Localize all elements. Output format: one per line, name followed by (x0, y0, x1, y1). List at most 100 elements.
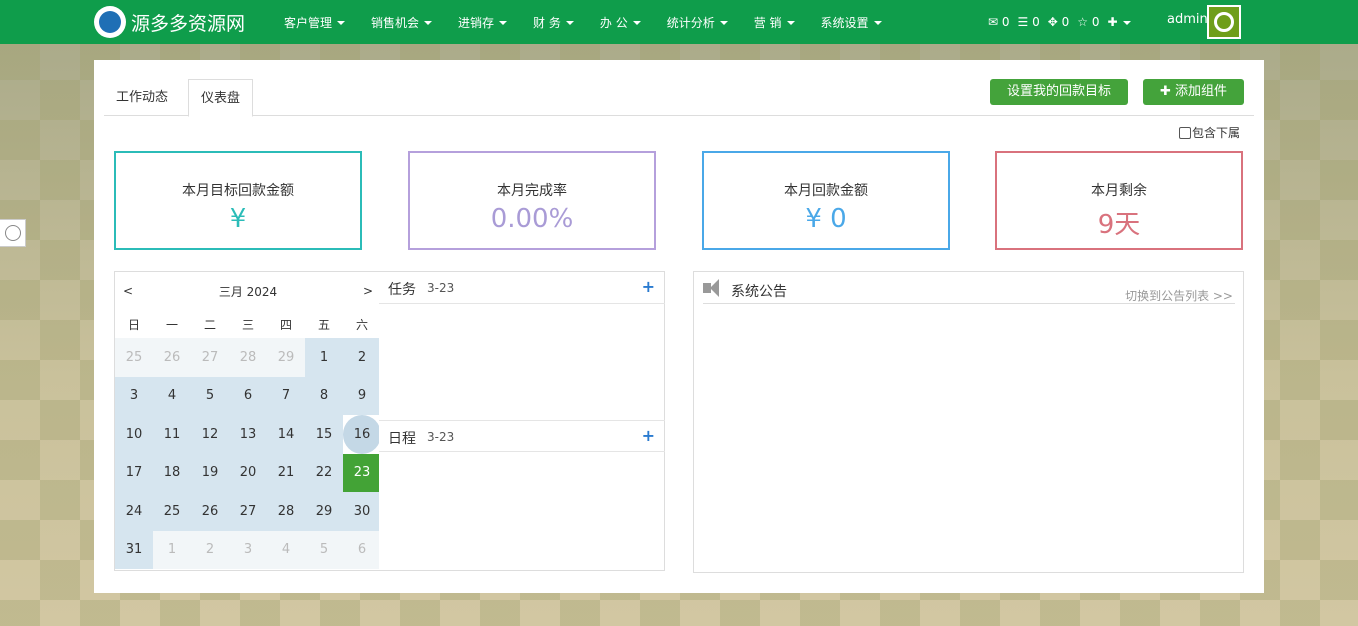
nav-customer[interactable]: 客户管理 (284, 14, 346, 31)
caret-down-icon (424, 21, 433, 25)
calendar-day[interactable]: 2 (191, 530, 229, 569)
notice-header: 系统公告 切换到公告列表 >> (703, 272, 1235, 304)
mail-button[interactable]: ✉ 0 (988, 15, 1010, 29)
calendar-day[interactable]: 10 (115, 415, 153, 454)
calendar-day[interactable]: 28 (229, 338, 267, 377)
calendar-day[interactable]: 4 (267, 530, 305, 569)
calendar-day[interactable]: 6 (343, 530, 381, 569)
calendar-day[interactable]: 25 (153, 492, 191, 531)
weekday-label: 三 (241, 318, 254, 332)
switch-to-notice-list-link[interactable]: 切换到公告列表 >> (1125, 287, 1233, 304)
move-icon: ✥ (1047, 15, 1058, 29)
star-button[interactable]: ☆ 0 (1077, 15, 1099, 29)
calendar-day[interactable]: 22 (305, 453, 343, 492)
add-button[interactable]: ✚ (1108, 15, 1131, 29)
stat-completion-rate: 本月完成率 0.00% (408, 151, 656, 250)
calendar-day[interactable]: 28 (267, 492, 305, 531)
brand-name: 源多多资源网 (131, 12, 246, 35)
calendar-day[interactable]: 9 (343, 376, 381, 415)
caret-down-icon (632, 21, 641, 25)
nav-statistics[interactable]: 统计分析 (667, 14, 728, 31)
calendar-day[interactable]: 18 (153, 453, 191, 492)
calendar-day[interactable]: 6 (229, 376, 267, 415)
calendar-day[interactable]: 24 (115, 492, 153, 531)
calendar-day[interactable]: 16 (343, 415, 381, 454)
calendar-day[interactable]: 3 (229, 530, 267, 569)
side-clock-button[interactable] (0, 219, 26, 247)
calendar-day[interactable]: 26 (191, 492, 229, 531)
calendar-day[interactable]: 26 (153, 338, 191, 377)
caret-down-icon (873, 21, 882, 25)
nav-sales[interactable]: 销售机会 (371, 14, 433, 31)
caret-down-icon (786, 21, 795, 25)
include-subordinates-checkbox[interactable]: 包含下属 (1179, 124, 1240, 141)
brand-logo[interactable]: 源多多资源网 (94, 6, 245, 38)
list-button[interactable]: ☰ 0 (1018, 15, 1040, 29)
calendar-title: 三月 2024 (218, 285, 278, 299)
plus-icon: ✚ (1159, 84, 1175, 99)
avatar[interactable] (1207, 5, 1241, 39)
caret-down-icon (337, 21, 346, 25)
calendar-header: < 三月 2024 > (115, 272, 381, 308)
user-name[interactable]: admin (1167, 12, 1208, 27)
weekday-label: 一 (165, 318, 178, 332)
calendar-day[interactable]: 20 (229, 453, 267, 492)
calendar-day[interactable]: 27 (191, 338, 229, 377)
tab-activity[interactable]: 工作动态 (104, 79, 180, 116)
nav-office[interactable]: 办 公 (600, 14, 641, 31)
calendar-days: 25 26 27 28 29 1 2 3 4 5 6 7 8 9 10 11 12 13 14 15 16 17 18 19 2… (115, 338, 381, 569)
nav-finance[interactable]: 财 务 (533, 14, 574, 31)
calendar-day[interactable]: 5 (305, 530, 343, 569)
add-widget-button[interactable]: ✚ 添加组件 (1143, 79, 1244, 105)
calendar-day[interactable]: 23 (343, 453, 381, 492)
calendar-day[interactable]: 13 (229, 415, 267, 454)
checkbox-icon[interactable] (1179, 126, 1191, 139)
calendar-day[interactable]: 19 (191, 453, 229, 492)
calendar-day[interactable]: 29 (305, 492, 343, 531)
calendar-day[interactable]: 31 (115, 530, 153, 569)
calendar-day[interactable]: 5 (191, 376, 229, 415)
weekday-label: 日 (127, 318, 140, 332)
weekday-label: 五 (317, 318, 330, 332)
weekday-label: 四 (279, 318, 292, 332)
calendar-day[interactable]: 15 (305, 415, 343, 454)
plus-icon: ✚ (1107, 15, 1118, 29)
stat-remaining-days: 本月剩余 9天 (995, 151, 1243, 250)
calendar-day[interactable]: 4 (153, 376, 191, 415)
calendar-day[interactable]: 17 (115, 453, 153, 492)
calendar-day[interactable]: 12 (191, 415, 229, 454)
caret-down-icon (565, 21, 574, 25)
caret-down-icon (1122, 20, 1131, 25)
nav-settings[interactable]: 系统设置 (821, 14, 882, 31)
calendar-day[interactable]: 7 (267, 376, 305, 415)
calendar-day[interactable]: 1 (305, 338, 343, 377)
add-task-button[interactable]: + (642, 277, 655, 296)
clock-icon (4, 225, 21, 241)
set-target-button[interactable]: 设置我的回款目标 (990, 79, 1128, 105)
calendar-day[interactable]: 30 (343, 492, 381, 531)
next-month-button[interactable]: > (363, 284, 373, 298)
header-tools: ✉ 0 ☰ 0 ✥ 0 ☆ 0 ✚ (988, 0, 1139, 44)
calendar-day[interactable]: 29 (267, 338, 305, 377)
top-navbar: 源多多资源网 客户管理 销售机会 进销存 财 务 办 公 统计分析 营 销 系统… (0, 0, 1358, 44)
calendar-day[interactable]: 8 (305, 376, 343, 415)
schedule-header: 日程 3-23 + (379, 420, 665, 452)
calendar-day[interactable]: 14 (267, 415, 305, 454)
list-icon: ☰ (1017, 15, 1029, 29)
calendar-day[interactable]: 27 (229, 492, 267, 531)
caret-down-icon (719, 21, 728, 25)
add-schedule-button[interactable]: + (642, 426, 655, 445)
calendar-day[interactable]: 25 (115, 338, 153, 377)
calendar-day[interactable]: 21 (267, 453, 305, 492)
tab-dashboard[interactable]: 仪表盘 (188, 79, 254, 117)
weekday-label: 六 (355, 318, 368, 332)
mail-icon: ✉ (988, 15, 999, 29)
calendar-day[interactable]: 3 (115, 376, 153, 415)
calendar-day[interactable]: 11 (153, 415, 191, 454)
nav-marketing[interactable]: 营 销 (754, 14, 795, 31)
tasks-button[interactable]: ✥ 0 (1048, 15, 1070, 29)
palette-icon (1214, 12, 1234, 32)
calendar-day[interactable]: 2 (343, 338, 381, 377)
nav-inventory[interactable]: 进销存 (458, 14, 508, 31)
calendar-day[interactable]: 1 (153, 530, 191, 569)
